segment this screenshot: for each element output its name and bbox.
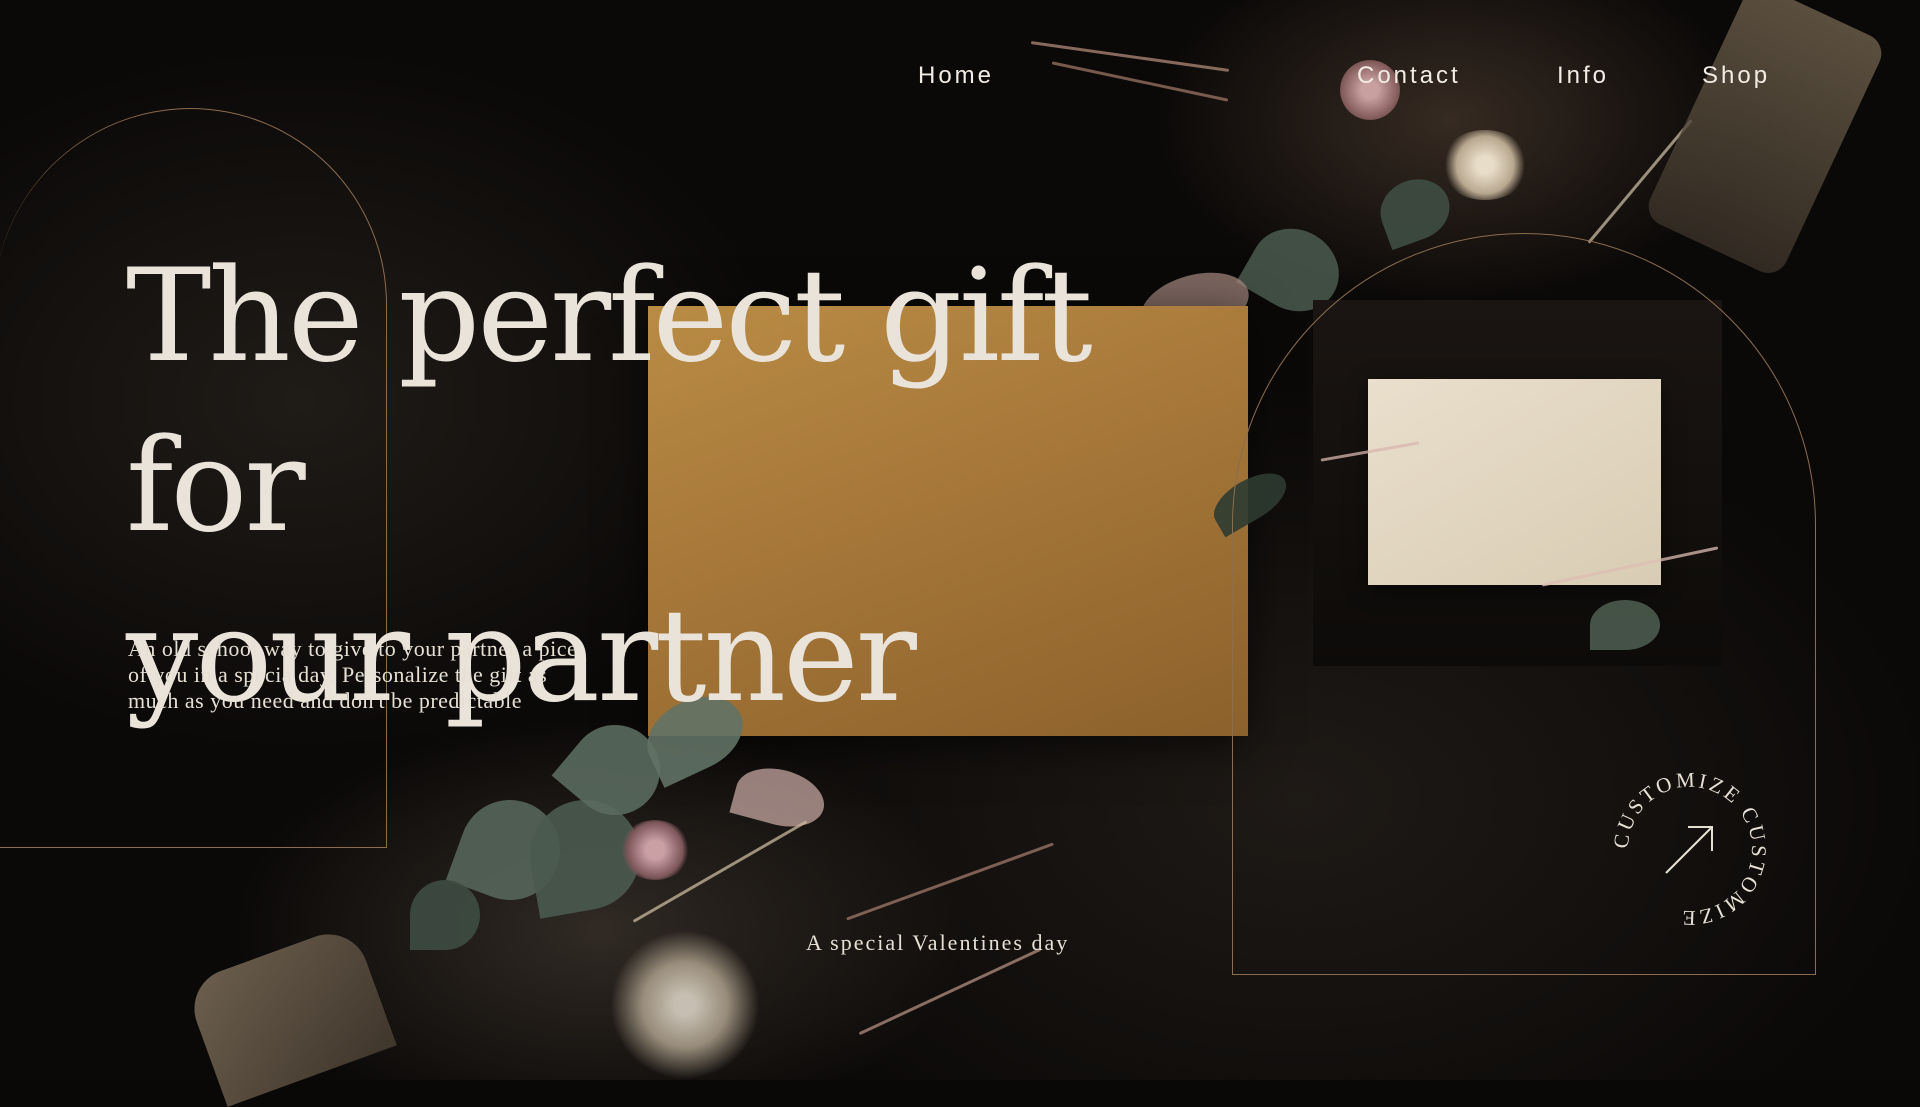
nav-contact-link[interactable]: Contact [1357,62,1461,90]
tagline-text: A special Valentines day [806,930,1070,955]
customize-badge[interactable]: CUSTOMIZE CUSTOMIZE [1605,764,1775,934]
nav-info-link[interactable]: Info [1557,62,1609,90]
headline-line-1: The perfect gift for [126,242,1093,561]
nav-home-link[interactable]: Home [918,62,994,90]
arrow-up-right-icon [1665,826,1713,874]
nav-shop-link[interactable]: Shop [1702,62,1770,90]
hero-description: An old school way to give to your partne… [128,636,578,713]
